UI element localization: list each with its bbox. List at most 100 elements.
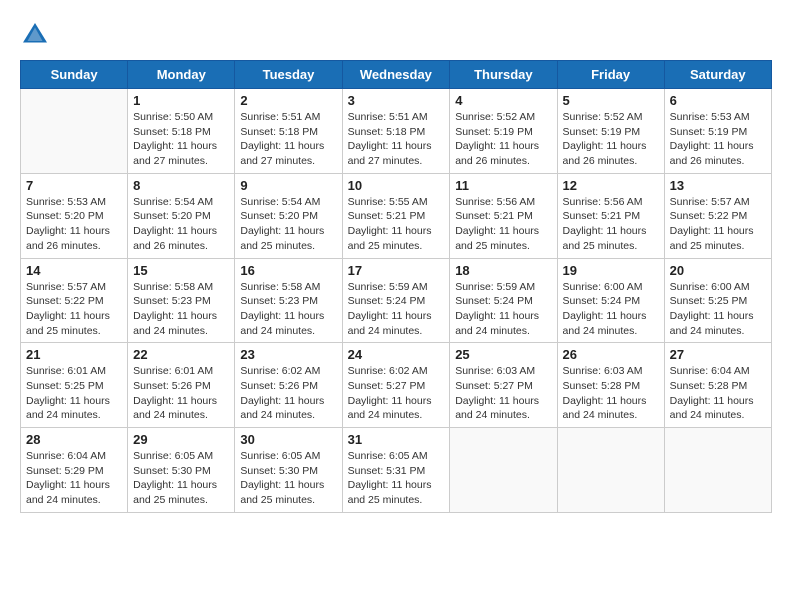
day-info: Sunrise: 6:03 AM Sunset: 5:27 PM Dayligh… (455, 364, 551, 423)
day-number: 13 (670, 178, 766, 193)
day-info: Sunrise: 6:00 AM Sunset: 5:24 PM Dayligh… (563, 280, 659, 339)
day-cell: 26 Sunrise: 6:03 AM Sunset: 5:28 PM Dayli… (557, 343, 664, 428)
day-number: 14 (26, 263, 122, 278)
day-cell (664, 428, 771, 513)
day-info: Sunrise: 5:51 AM Sunset: 5:18 PM Dayligh… (348, 110, 445, 169)
day-cell: 23Sunrise: 6:02 AM Sunset: 5:26 PM Dayli… (235, 343, 342, 428)
day-number: 28 (26, 432, 122, 447)
day-number: 20 (670, 263, 766, 278)
day-cell: 2 Sunrise: 5:51 AM Sunset: 5:18 PM Daylig… (235, 89, 342, 174)
day-number: 8 (133, 178, 229, 193)
day-cell: 21Sunrise: 6:01 AM Sunset: 5:25 PM Dayli… (21, 343, 128, 428)
day-info: Sunrise: 6:02 AM Sunset: 5:26 PM Dayligh… (240, 364, 336, 423)
day-cell: 18 Sunrise: 5:59 AM Sunset: 5:24 PM Dayli… (450, 258, 557, 343)
day-number: 17 (348, 263, 445, 278)
day-info: Sunrise: 5:57 AM Sunset: 5:22 PM Dayligh… (670, 195, 766, 254)
day-info: Sunrise: 5:51 AM Sunset: 5:18 PM Dayligh… (240, 110, 336, 169)
day-number: 18 (455, 263, 551, 278)
day-cell: 5 Sunrise: 5:52 AM Sunset: 5:19 PM Daylig… (557, 89, 664, 174)
day-cell: 13 Sunrise: 5:57 AM Sunset: 5:22 PM Dayli… (664, 173, 771, 258)
day-info: Sunrise: 6:05 AM Sunset: 5:31 PM Dayligh… (348, 449, 445, 508)
day-info: Sunrise: 5:57 AM Sunset: 5:22 PM Dayligh… (26, 280, 122, 339)
day-number: 12 (563, 178, 659, 193)
calendar-table: SundayMondayTuesdayWednesdayThursdayFrid… (20, 60, 772, 513)
day-cell: 29 Sunrise: 6:05 AM Sunset: 5:30 PM Dayli… (128, 428, 235, 513)
weekday-header-thursday: Thursday (450, 61, 557, 89)
day-cell: 10Sunrise: 5:55 AM Sunset: 5:21 PM Dayli… (342, 173, 450, 258)
weekday-header-friday: Friday (557, 61, 664, 89)
day-number: 16 (240, 263, 336, 278)
day-cell (450, 428, 557, 513)
day-number: 27 (670, 347, 766, 362)
day-info: Sunrise: 5:52 AM Sunset: 5:19 PM Dayligh… (563, 110, 659, 169)
day-info: Sunrise: 5:50 AM Sunset: 5:18 PM Dayligh… (133, 110, 229, 169)
day-info: Sunrise: 6:05 AM Sunset: 5:30 PM Dayligh… (133, 449, 229, 508)
day-cell: 7 Sunrise: 5:53 AM Sunset: 5:20 PM Daylig… (21, 173, 128, 258)
day-info: Sunrise: 5:53 AM Sunset: 5:19 PM Dayligh… (670, 110, 766, 169)
day-info: Sunrise: 5:55 AM Sunset: 5:21 PM Dayligh… (348, 195, 445, 254)
day-info: Sunrise: 6:02 AM Sunset: 5:27 PM Dayligh… (348, 364, 445, 423)
weekday-header-monday: Monday (128, 61, 235, 89)
day-info: Sunrise: 5:56 AM Sunset: 5:21 PM Dayligh… (455, 195, 551, 254)
day-cell: 27 Sunrise: 6:04 AM Sunset: 5:28 PM Dayli… (664, 343, 771, 428)
day-cell: 17 Sunrise: 5:59 AM Sunset: 5:24 PM Dayli… (342, 258, 450, 343)
day-info: Sunrise: 5:52 AM Sunset: 5:19 PM Dayligh… (455, 110, 551, 169)
day-number: 29 (133, 432, 229, 447)
day-cell: 12 Sunrise: 5:56 AM Sunset: 5:21 PM Dayli… (557, 173, 664, 258)
day-cell: 22 Sunrise: 6:01 AM Sunset: 5:26 PM Dayli… (128, 343, 235, 428)
logo (20, 20, 54, 50)
day-number: 21 (26, 347, 122, 362)
day-cell: 4 Sunrise: 5:52 AM Sunset: 5:19 PM Daylig… (450, 89, 557, 174)
day-number: 7 (26, 178, 122, 193)
day-cell: 25 Sunrise: 6:03 AM Sunset: 5:27 PM Dayli… (450, 343, 557, 428)
day-number: 15 (133, 263, 229, 278)
day-info: Sunrise: 5:56 AM Sunset: 5:21 PM Dayligh… (563, 195, 659, 254)
day-number: 26 (563, 347, 659, 362)
day-info: Sunrise: 5:54 AM Sunset: 5:20 PM Dayligh… (240, 195, 336, 254)
weekday-header-sunday: Sunday (21, 61, 128, 89)
day-cell: 19Sunrise: 6:00 AM Sunset: 5:24 PM Dayli… (557, 258, 664, 343)
day-cell: 1 Sunrise: 5:50 AM Sunset: 5:18 PM Daylig… (128, 89, 235, 174)
day-cell: 6 Sunrise: 5:53 AM Sunset: 5:19 PM Daylig… (664, 89, 771, 174)
day-info: Sunrise: 6:00 AM Sunset: 5:25 PM Dayligh… (670, 280, 766, 339)
day-cell: 16 Sunrise: 5:58 AM Sunset: 5:23 PM Dayli… (235, 258, 342, 343)
day-info: Sunrise: 5:59 AM Sunset: 5:24 PM Dayligh… (348, 280, 445, 339)
week-row-1: 1 Sunrise: 5:50 AM Sunset: 5:18 PM Daylig… (21, 89, 772, 174)
day-info: Sunrise: 6:04 AM Sunset: 5:29 PM Dayligh… (26, 449, 122, 508)
day-info: Sunrise: 5:53 AM Sunset: 5:20 PM Dayligh… (26, 195, 122, 254)
day-cell: 24 Sunrise: 6:02 AM Sunset: 5:27 PM Dayli… (342, 343, 450, 428)
day-number: 5 (563, 93, 659, 108)
day-number: 4 (455, 93, 551, 108)
day-number: 6 (670, 93, 766, 108)
week-row-4: 21Sunrise: 6:01 AM Sunset: 5:25 PM Dayli… (21, 343, 772, 428)
day-cell: 9 Sunrise: 5:54 AM Sunset: 5:20 PM Daylig… (235, 173, 342, 258)
day-info: Sunrise: 5:59 AM Sunset: 5:24 PM Dayligh… (455, 280, 551, 339)
day-cell (557, 428, 664, 513)
day-cell: 8Sunrise: 5:54 AM Sunset: 5:20 PM Daylig… (128, 173, 235, 258)
day-number: 22 (133, 347, 229, 362)
day-info: Sunrise: 5:58 AM Sunset: 5:23 PM Dayligh… (133, 280, 229, 339)
logo-icon (20, 20, 50, 50)
day-info: Sunrise: 6:01 AM Sunset: 5:26 PM Dayligh… (133, 364, 229, 423)
day-number: 9 (240, 178, 336, 193)
day-cell: 15 Sunrise: 5:58 AM Sunset: 5:23 PM Dayli… (128, 258, 235, 343)
day-number: 3 (348, 93, 445, 108)
day-info: Sunrise: 6:03 AM Sunset: 5:28 PM Dayligh… (563, 364, 659, 423)
day-number: 11 (455, 178, 551, 193)
day-number: 25 (455, 347, 551, 362)
day-cell: 14 Sunrise: 5:57 AM Sunset: 5:22 PM Dayli… (21, 258, 128, 343)
weekday-header-row: SundayMondayTuesdayWednesdayThursdayFrid… (21, 61, 772, 89)
week-row-5: 28 Sunrise: 6:04 AM Sunset: 5:29 PM Dayli… (21, 428, 772, 513)
day-number: 31 (348, 432, 445, 447)
weekday-header-saturday: Saturday (664, 61, 771, 89)
day-cell: 31 Sunrise: 6:05 AM Sunset: 5:31 PM Dayli… (342, 428, 450, 513)
day-cell: 30Sunrise: 6:05 AM Sunset: 5:30 PM Dayli… (235, 428, 342, 513)
weekday-header-wednesday: Wednesday (342, 61, 450, 89)
day-info: Sunrise: 5:58 AM Sunset: 5:23 PM Dayligh… (240, 280, 336, 339)
week-row-2: 7 Sunrise: 5:53 AM Sunset: 5:20 PM Daylig… (21, 173, 772, 258)
day-number: 24 (348, 347, 445, 362)
day-info: Sunrise: 6:04 AM Sunset: 5:28 PM Dayligh… (670, 364, 766, 423)
day-number: 2 (240, 93, 336, 108)
day-number: 1 (133, 93, 229, 108)
day-cell: 28 Sunrise: 6:04 AM Sunset: 5:29 PM Dayli… (21, 428, 128, 513)
